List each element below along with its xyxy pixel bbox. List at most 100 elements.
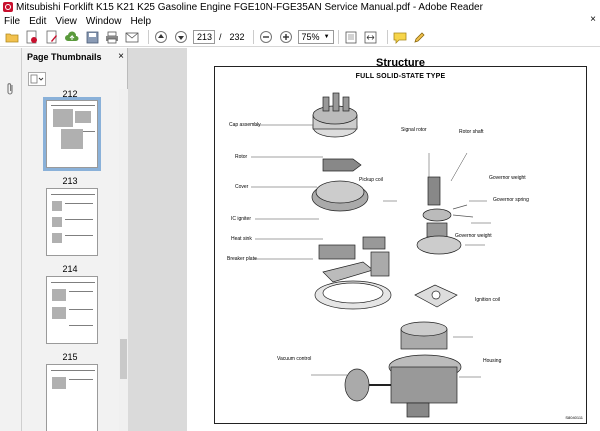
zoom-in-button[interactable] xyxy=(278,29,294,45)
folder-open-icon xyxy=(5,33,19,43)
next-page-button[interactable] xyxy=(173,29,189,45)
thumbnail-page-213[interactable] xyxy=(46,188,98,256)
toolbar-separator xyxy=(386,30,388,44)
thumbnail-page-214[interactable] xyxy=(46,276,98,344)
navigation-pane xyxy=(0,48,22,431)
thumbnail-figure xyxy=(52,377,66,389)
thumbnail-label: 214 xyxy=(62,264,78,274)
arrow-down-icon xyxy=(175,31,187,43)
print-button[interactable] xyxy=(104,29,120,45)
menu-bar: File Edit View Window Help × xyxy=(0,14,600,28)
thumbnail-text-line xyxy=(69,379,93,380)
sign-button[interactable] xyxy=(412,29,428,45)
thumbnails-header: Page Thumbnails × xyxy=(22,48,128,66)
cloud-upload-icon xyxy=(65,31,79,41)
thumbnail-label: 212 xyxy=(62,89,78,99)
save-icon xyxy=(86,31,98,43)
thumbnail-text-line xyxy=(65,235,93,236)
callout-heat-sink: Heat sink xyxy=(231,236,252,242)
menu-window[interactable]: Window xyxy=(86,16,122,27)
thumbnail-text-line xyxy=(51,105,95,106)
attachment-paperclip-button[interactable] xyxy=(5,82,16,99)
callout-rotor-shaft: Rotor shaft xyxy=(459,129,484,135)
title-bar: Mitsubishi Forklift K15 K21 K25 Gasoline… xyxy=(0,0,600,14)
thumbnail-page-215[interactable] xyxy=(46,364,98,431)
toolbar: 213 / 232 75% ▼ xyxy=(0,28,600,47)
email-button[interactable] xyxy=(124,29,140,45)
callout-rotor: Rotor xyxy=(235,154,248,160)
save-button[interactable] xyxy=(84,29,100,45)
menu-file[interactable]: File xyxy=(4,16,20,27)
thumbnail-text-line xyxy=(51,370,95,371)
envelope-icon xyxy=(125,32,139,42)
thumbnail-text-line xyxy=(51,282,95,283)
toolbar-separator xyxy=(252,30,254,44)
thumbnail-text-line xyxy=(69,309,93,310)
fit-width-button[interactable] xyxy=(363,29,379,45)
callout-pickup-coil: Pickup coil xyxy=(359,177,383,183)
page-number-input[interactable]: 213 xyxy=(193,30,215,44)
thumbnail-figure xyxy=(75,111,91,123)
thumbnail-scrollbar-thumb[interactable] xyxy=(120,339,127,379)
comment-button[interactable] xyxy=(392,29,408,45)
callout-cover: Cover xyxy=(235,184,249,190)
arrow-up-icon xyxy=(155,31,167,43)
document-close-button[interactable]: × xyxy=(590,14,596,25)
menu-help[interactable]: Help xyxy=(130,16,151,27)
zoom-select[interactable]: 75% ▼ xyxy=(297,30,334,44)
fit-width-icon xyxy=(364,31,377,43)
previous-page-button[interactable] xyxy=(153,29,169,45)
share-button[interactable] xyxy=(64,29,80,45)
toolbar-separator xyxy=(148,30,149,44)
fit-page-button[interactable] xyxy=(343,29,359,45)
distributor-exploded-diagram xyxy=(251,92,491,418)
edit-pdf-button[interactable] xyxy=(44,29,60,45)
zoom-out-button[interactable] xyxy=(258,29,274,45)
thumbnails-title: Page Thumbnails xyxy=(27,52,102,62)
thumbnail-scrollbar[interactable] xyxy=(119,89,128,431)
zoom-value: 75% xyxy=(301,32,320,42)
callout-vacuum-control: Vacuum control xyxy=(277,356,312,362)
callout-governor-weight: Governor weight xyxy=(489,175,526,181)
document-viewer[interactable]: Structure FULL SOLID-STATE TYPE Cap asse… xyxy=(128,48,600,431)
page-frame: Structure FULL SOLID-STATE TYPE Cap asse… xyxy=(214,57,587,424)
speech-bubble-icon xyxy=(393,32,406,44)
thumbnail-page-212[interactable] xyxy=(43,97,101,171)
callout-housing: Housing xyxy=(483,358,502,364)
open-button[interactable] xyxy=(4,29,20,45)
minus-circle-icon xyxy=(259,31,272,43)
thumbnail-label: 213 xyxy=(62,176,78,186)
toolbar-separator xyxy=(337,30,339,44)
callout-signal-rotor: Signal rotor xyxy=(401,127,427,133)
callout-cap-assembly: Cap assembly xyxy=(229,122,261,128)
thumbnail-figure xyxy=(61,129,83,149)
thumbnail-text-line xyxy=(65,219,93,220)
pdf-page[interactable]: Structure FULL SOLID-STATE TYPE Cap asse… xyxy=(187,48,600,431)
thumbnail-text-line xyxy=(69,291,93,292)
options-menu-icon xyxy=(30,74,44,84)
thumbnail-text-line xyxy=(65,203,93,204)
thumbnail-figure xyxy=(53,109,73,127)
edit-pdf-icon xyxy=(46,30,57,44)
pen-icon xyxy=(414,31,425,43)
window-title: Mitsubishi Forklift K15 K21 K25 Gasoline… xyxy=(16,1,483,13)
thumbnail-text-line xyxy=(83,131,95,132)
callout-breaker-plate: Breaker plate xyxy=(227,256,257,262)
thumbnail-label: 215 xyxy=(62,352,78,362)
thumbnail-options-button[interactable] xyxy=(28,72,46,86)
thumbnail-text-line xyxy=(51,194,95,195)
create-pdf-icon xyxy=(26,30,37,44)
callout-ic-igniter: IC igniter xyxy=(231,216,252,222)
total-pages: 232 xyxy=(229,32,245,42)
menu-edit[interactable]: Edit xyxy=(29,16,46,27)
figure-code: S8040111 xyxy=(565,415,583,420)
printer-icon xyxy=(106,31,118,43)
close-thumbnails-button[interactable]: × xyxy=(118,51,124,62)
viewer-gutter xyxy=(128,48,187,431)
thumbnail-figure xyxy=(52,217,62,227)
menu-view[interactable]: View xyxy=(55,16,77,27)
thumbnail-figure xyxy=(52,307,66,319)
page-thumbnails-panel: Page Thumbnails × 212 213 214 215 xyxy=(22,48,128,431)
thumbnail-list: 212 213 214 215 xyxy=(22,89,118,431)
create-pdf-button[interactable] xyxy=(24,29,40,45)
